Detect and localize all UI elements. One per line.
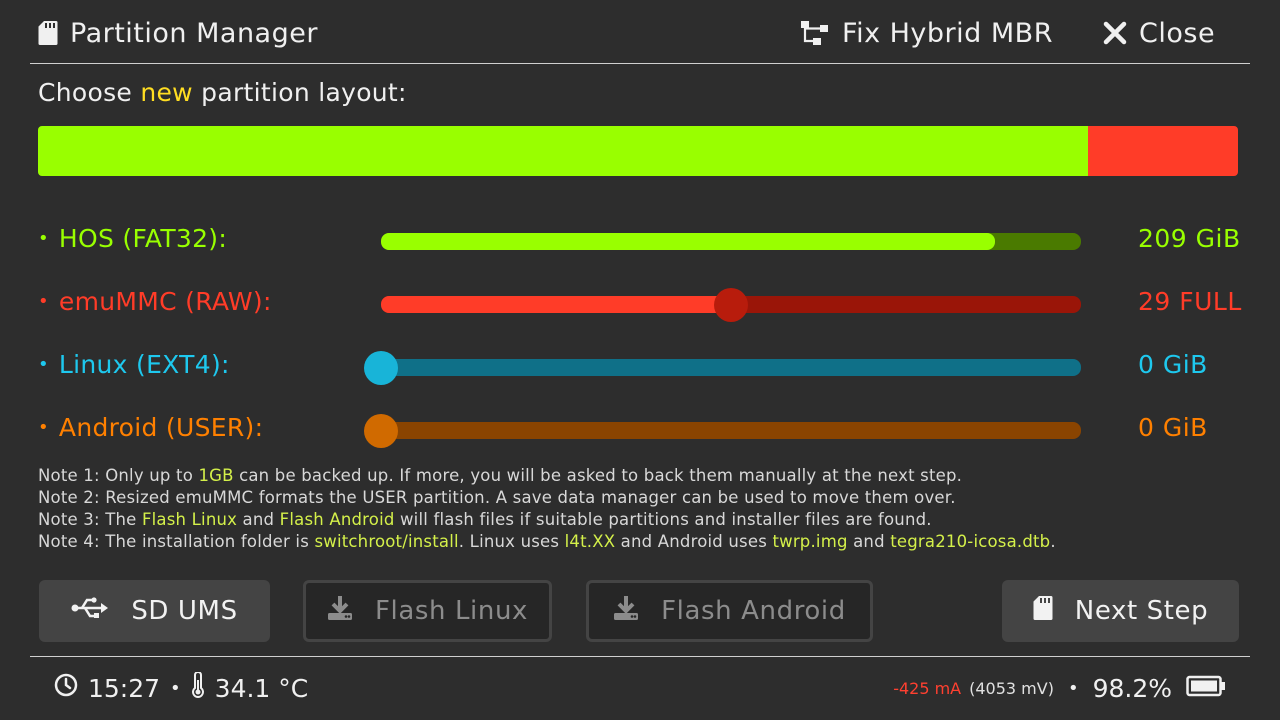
usb-icon	[71, 596, 109, 626]
sd-card-icon	[1033, 595, 1053, 628]
partition-size-linux: 0 GiB	[1138, 350, 1208, 379]
layout-title-prefix: Choose	[38, 78, 141, 107]
bullet: •	[38, 291, 49, 312]
fix-hybrid-mbr-label: Fix Hybrid MBR	[842, 17, 1053, 49]
partition-label-emummc: • emuMMC (RAW):	[38, 287, 272, 316]
status-left: 15:27 • 34.1 °C	[54, 668, 308, 708]
partition-label-android: • Android (USER):	[38, 413, 263, 442]
partition-size-emummc: 29 FULL	[1138, 287, 1242, 316]
battery-icon	[1186, 675, 1226, 701]
app-title-text: Partition Manager	[70, 17, 318, 49]
download-icon	[327, 595, 353, 628]
note-1: Note 1: Only up to 1GB can be backed up.…	[38, 466, 963, 485]
battery-current: -425 mA	[893, 678, 962, 698]
clock-icon	[54, 673, 78, 703]
bullet: •	[38, 417, 49, 438]
partition-slider-android[interactable]	[364, 414, 1081, 448]
partition-layout-bar	[38, 126, 1238, 176]
bullet: •	[38, 354, 49, 375]
battery-voltage: (4053 mV)	[969, 678, 1054, 698]
sd-ums-label: SD UMS	[131, 596, 238, 626]
partition-label-hos: • HOS (FAT32):	[38, 224, 227, 253]
thermometer-icon	[191, 671, 205, 704]
layout-title-highlight: new	[140, 78, 193, 107]
slider-fill	[381, 296, 731, 313]
fix-hybrid-mbr-button[interactable]: Fix Hybrid MBR	[800, 14, 1053, 52]
close-label: Close	[1139, 17, 1216, 49]
note-3: Note 3: The Flash Linux and Flash Androi…	[38, 510, 932, 529]
close-icon	[1103, 21, 1127, 45]
header-divider	[30, 63, 1250, 64]
partition-size-hos: 209 GiB	[1138, 224, 1241, 253]
sitemap-icon	[800, 20, 830, 46]
partition-label-text: HOS (FAT32):	[58, 224, 228, 253]
layout-segment-hos	[38, 126, 1088, 176]
layout-segment-emummc	[1088, 126, 1238, 176]
slider-fill	[381, 233, 995, 250]
download-icon	[613, 595, 639, 628]
note-4: Note 4: The installation folder is switc…	[38, 532, 1056, 551]
next-step-label: Next Step	[1074, 596, 1209, 626]
partition-label-linux: • Linux (EXT4):	[38, 350, 230, 379]
note-2: Note 2: Resized emuMMC formats the USER …	[38, 488, 956, 507]
flash-linux-button[interactable]: Flash Linux	[303, 580, 552, 642]
status-separator: •	[170, 677, 181, 699]
layout-title: Choose new partition layout:	[38, 78, 407, 107]
slider-knob[interactable]	[714, 288, 748, 322]
close-button[interactable]: Close	[1103, 14, 1215, 52]
flash-android-button[interactable]: Flash Android	[586, 580, 873, 642]
status-right: -425 mA (4053 mV) • 98.2%	[893, 668, 1226, 708]
slider-knob[interactable]	[364, 351, 398, 385]
partition-slider-hos[interactable]	[381, 233, 1081, 250]
status-separator: •	[1067, 677, 1079, 699]
sd-card-icon	[38, 20, 58, 46]
clock-time: 15:27	[88, 673, 161, 703]
temperature-value: 34.1 °C	[214, 673, 309, 703]
flash-linux-label: Flash Linux	[374, 596, 529, 626]
next-step-button[interactable]: Next Step	[1002, 580, 1239, 642]
app-title: Partition Manager	[38, 14, 318, 52]
notes: Note 1: Only up to 1GB can be backed up.…	[38, 465, 1056, 553]
flash-android-label: Flash Android	[661, 596, 846, 626]
sd-ums-button[interactable]: SD UMS	[39, 580, 270, 642]
battery-percent: 98.2%	[1092, 673, 1172, 703]
layout-title-suffix: partition layout:	[192, 78, 407, 107]
partition-slider-linux[interactable]	[364, 351, 1081, 385]
partition-label-text: emuMMC (RAW):	[58, 287, 272, 316]
partition-slider-emummc[interactable]	[381, 288, 1081, 322]
bullet: •	[38, 228, 49, 249]
partition-size-android: 0 GiB	[1138, 413, 1208, 442]
footer-divider	[30, 656, 1250, 657]
partition-label-text: Linux (EXT4):	[58, 350, 230, 379]
slider-knob[interactable]	[364, 414, 398, 448]
partition-label-text: Android (USER):	[58, 413, 264, 442]
